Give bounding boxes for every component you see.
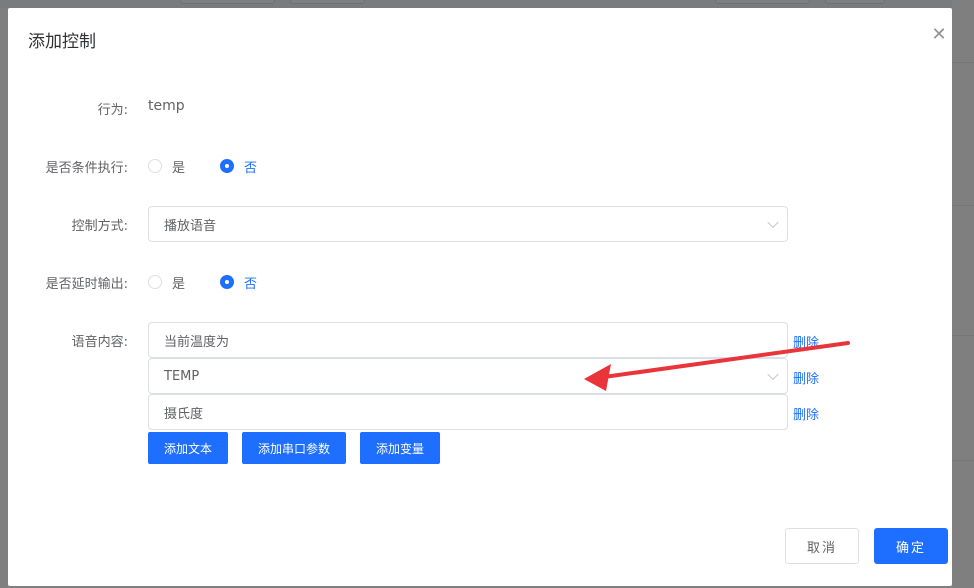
radio-checked-icon <box>220 159 234 173</box>
radio-circle-icon <box>148 159 162 173</box>
delete-link[interactable]: 删除 <box>793 404 819 423</box>
input-value: 摄氏度 <box>164 406 204 422</box>
behavior-value: temp <box>148 98 185 114</box>
add-serial-param-button[interactable]: 添加串口参数 <box>242 432 346 464</box>
radio-label: 否 <box>244 276 258 292</box>
conditional-label: 是否条件执行: <box>45 161 128 176</box>
watermark: CSDN @一个卡拉米 <box>788 565 944 585</box>
close-icon[interactable]: ✕ <box>931 26 947 44</box>
cancel-button[interactable]: 取消 <box>785 528 859 564</box>
dialog-title: 添加控制 <box>28 32 96 52</box>
input-value: 当前温度为 <box>164 334 230 350</box>
radio-label: 否 <box>244 160 258 176</box>
delayed-yes-radio[interactable]: 是 <box>148 273 186 292</box>
voice-variable-select[interactable]: TEMP <box>148 358 788 394</box>
control-mode-select[interactable]: 播放语音 <box>148 206 788 242</box>
voice-text-input[interactable]: 摄氏度 <box>148 394 788 430</box>
add-variable-button[interactable]: 添加变量 <box>360 432 440 464</box>
control-mode-value: 播放语音 <box>164 218 217 234</box>
chevron-down-icon <box>767 368 779 381</box>
confirm-button[interactable]: 确定 <box>874 528 948 564</box>
add-text-button[interactable]: 添加文本 <box>148 432 228 464</box>
chevron-down-icon <box>767 216 779 229</box>
delete-link[interactable]: 删除 <box>793 368 819 387</box>
delayed-no-radio[interactable]: 否 <box>220 273 258 292</box>
delayed-output-label: 是否延时输出: <box>45 277 128 292</box>
add-control-dialog: 添加控制 ✕ 行为: temp 是否条件执行: 是 否 控制方式: 播放语音 是… <box>8 8 952 586</box>
radio-checked-icon <box>220 275 234 289</box>
radio-circle-icon <box>148 275 162 289</box>
radio-label: 是 <box>172 160 186 176</box>
conditional-no-radio[interactable]: 否 <box>220 157 258 176</box>
voice-text-input[interactable]: 当前温度为 <box>148 322 788 358</box>
conditional-yes-radio[interactable]: 是 <box>148 157 186 176</box>
behavior-label: 行为: <box>97 103 128 118</box>
delete-link[interactable]: 删除 <box>793 332 819 351</box>
voice-content-label: 语音内容: <box>71 335 128 350</box>
control-mode-label: 控制方式: <box>71 219 128 234</box>
radio-label: 是 <box>172 276 186 292</box>
select-value: TEMP <box>164 368 200 384</box>
